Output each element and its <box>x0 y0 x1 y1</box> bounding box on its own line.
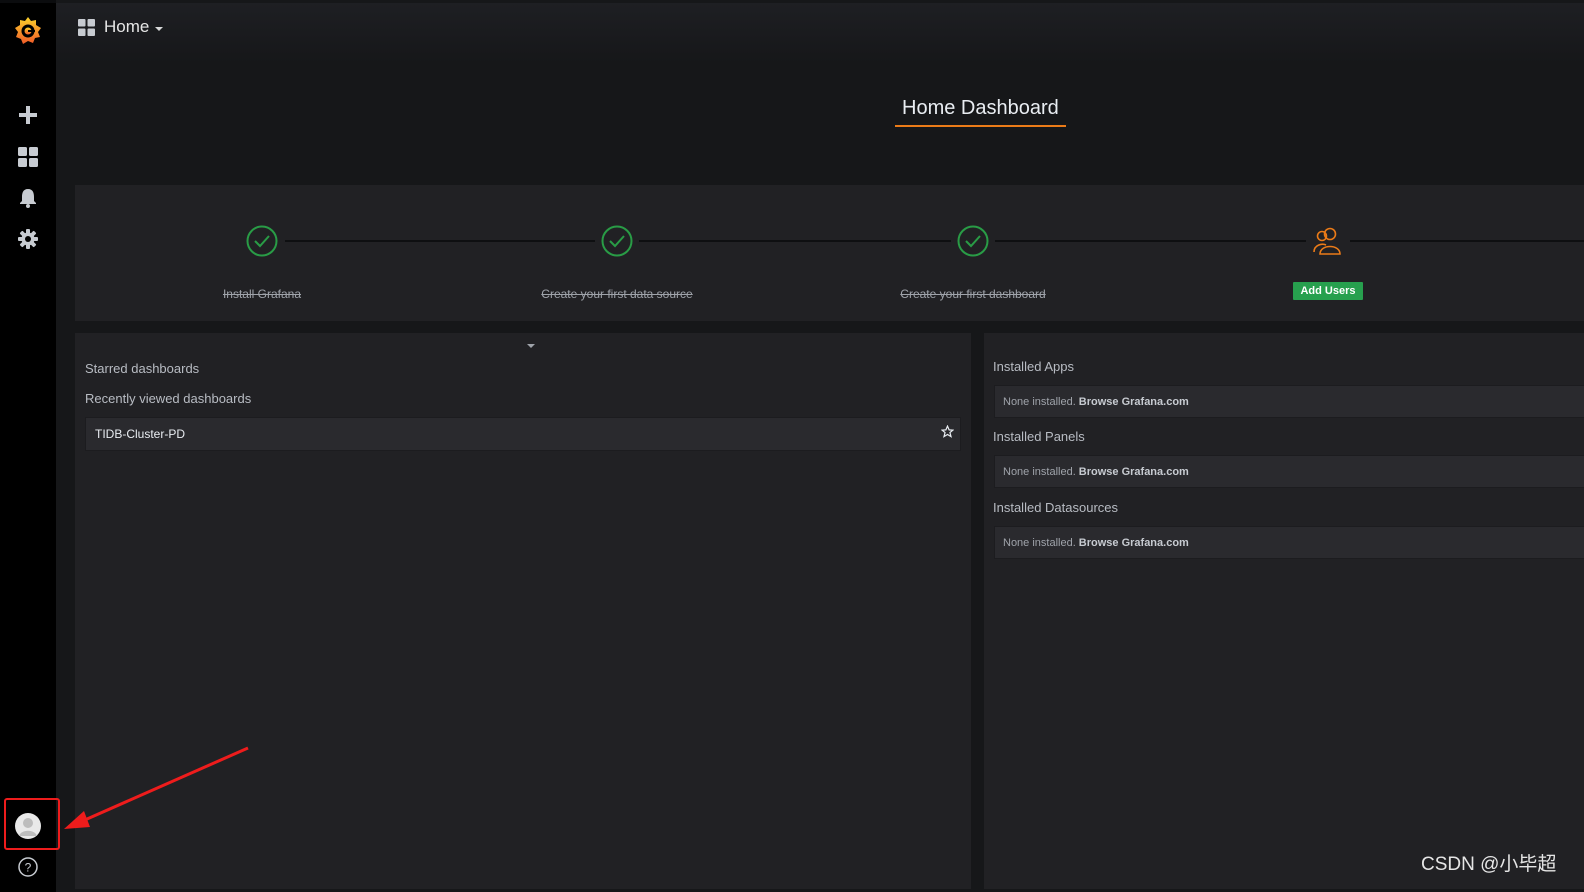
chevron-down-icon <box>155 26 164 31</box>
help-icon[interactable]: ? <box>0 854 56 880</box>
browse-grafana-link[interactable]: Browse Grafana.com <box>1079 537 1189 549</box>
gear-icon[interactable] <box>0 225 56 253</box>
watermark: CSDN @小毕超 <box>1421 854 1557 875</box>
step-create-data-source: Create your first data source <box>517 221 717 301</box>
star-icon[interactable] <box>940 424 955 443</box>
installed-panels-heading: Installed Panels <box>993 429 1085 444</box>
dashboard-header: Home Dashboard <box>56 63 1584 183</box>
sidebar: ? <box>0 0 56 892</box>
browse-grafana-link[interactable]: Browse Grafana.com <box>1079 466 1189 478</box>
list-item[interactable]: TIDB-Cluster-PD <box>85 417 961 451</box>
check-circle-icon <box>240 221 284 261</box>
none-installed-text: None installed. <box>1003 465 1076 478</box>
installed-datasources-box: None installed. Browse Grafana.com <box>994 526 1584 559</box>
none-installed-text: None installed. <box>1003 395 1076 408</box>
browse-grafana-link[interactable]: Browse Grafana.com <box>1079 396 1189 408</box>
check-circle-icon <box>595 221 639 261</box>
panel-menu-caret-icon[interactable] <box>527 344 535 348</box>
none-installed-text: None installed. <box>1003 536 1076 549</box>
step-install-grafana: Install Grafana <box>162 221 362 301</box>
starred-dashboards-heading: Starred dashboards <box>85 361 200 376</box>
step-add-users: Add Users <box>1228 221 1428 300</box>
page-title: Home Dashboard <box>895 97 1066 127</box>
svg-text:?: ? <box>25 861 32 875</box>
grafana-logo-icon[interactable] <box>0 13 56 49</box>
dashboard-link[interactable]: TIDB-Cluster-PD <box>95 427 185 441</box>
getting-started-panel: Install Grafana Create your first data s… <box>75 185 1584 321</box>
step-label[interactable]: Install Grafana <box>162 287 362 301</box>
annotation-arrow-icon <box>64 746 249 829</box>
step-label[interactable]: Create your first data source <box>517 287 717 301</box>
dashboards-icon <box>78 18 95 36</box>
installed-apps-heading: Installed Apps <box>993 359 1074 374</box>
check-circle-icon <box>951 221 995 261</box>
dashboard-picker-label: Home <box>104 17 150 36</box>
step-label[interactable]: Create your first dashboard <box>873 287 1073 301</box>
annotation-highlight-box <box>4 798 60 850</box>
plus-icon[interactable] <box>0 101 56 129</box>
users-icon <box>1306 221 1350 261</box>
recent-dashboards-heading: Recently viewed dashboards <box>85 391 252 406</box>
bell-icon[interactable] <box>0 184 56 212</box>
installed-datasources-heading: Installed Datasources <box>993 500 1119 515</box>
dashboards-icon[interactable] <box>0 143 56 171</box>
plugin-list-panel: Installed Apps None installed. Browse Gr… <box>984 333 1584 889</box>
dashboard-picker[interactable]: Home <box>78 17 164 37</box>
installed-panels-box: None installed. Browse Grafana.com <box>994 455 1584 488</box>
installed-apps-box: None installed. Browse Grafana.com <box>994 385 1584 418</box>
top-navbar: Home <box>56 3 1584 63</box>
step-create-dashboard: Create your first dashboard <box>873 221 1073 301</box>
add-users-button[interactable]: Add Users <box>1293 282 1363 300</box>
